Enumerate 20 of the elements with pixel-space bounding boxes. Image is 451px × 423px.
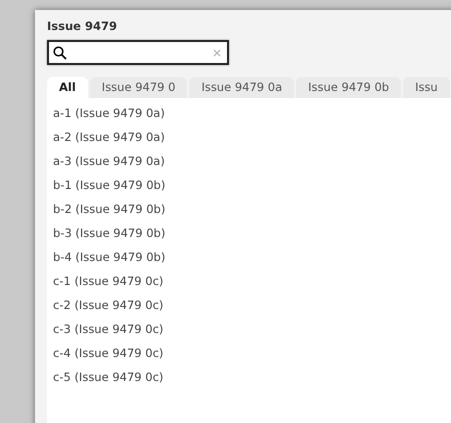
- tab[interactable]: Issue 9479 0: [90, 77, 188, 98]
- list-item[interactable]: b-4 (Issue 9479 0b): [53, 245, 166, 269]
- list-item[interactable]: b-2 (Issue 9479 0b): [53, 197, 166, 221]
- search-field[interactable]: [47, 40, 229, 65]
- tab[interactable]: Issue 9479 0a: [189, 77, 294, 98]
- list-item[interactable]: c-5 (Issue 9479 0c): [53, 365, 164, 389]
- list-item[interactable]: c-3 (Issue 9479 0c): [53, 317, 164, 341]
- list-item[interactable]: a-2 (Issue 9479 0a): [53, 125, 165, 149]
- tab[interactable]: Issu: [403, 77, 450, 98]
- window-title: Issue 9479: [47, 18, 118, 34]
- list-item[interactable]: b-1 (Issue 9479 0b): [53, 173, 166, 197]
- search-icon: [53, 46, 67, 60]
- list-item[interactable]: a-1 (Issue 9479 0a): [53, 101, 165, 125]
- list-item[interactable]: c-2 (Issue 9479 0c): [53, 293, 164, 317]
- tab[interactable]: All: [47, 77, 88, 98]
- list-item[interactable]: c-1 (Issue 9479 0c): [53, 269, 164, 293]
- tab[interactable]: Issue 9479 0b: [296, 77, 402, 98]
- list-item[interactable]: a-3 (Issue 9479 0a): [53, 149, 165, 173]
- list-item[interactable]: c-4 (Issue 9479 0c): [53, 341, 164, 365]
- list-item[interactable]: b-3 (Issue 9479 0b): [53, 221, 166, 245]
